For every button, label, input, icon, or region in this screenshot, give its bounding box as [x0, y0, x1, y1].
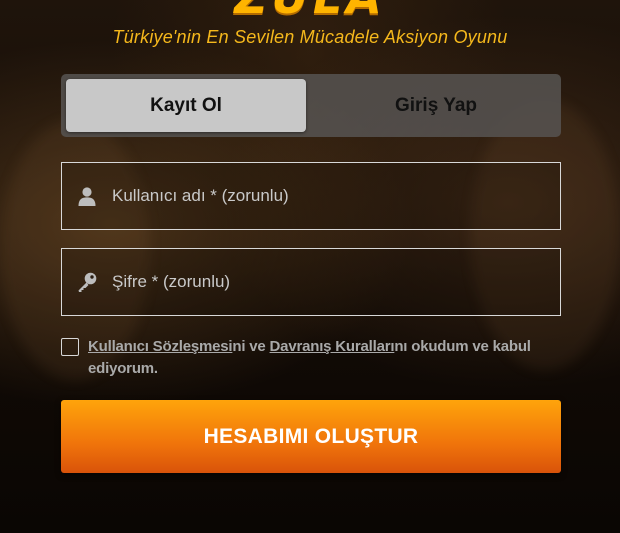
- agreement-text: Kullanıcı Sözleşmesini ve Davranış Kural…: [88, 336, 566, 380]
- code-of-conduct-link[interactable]: Davranış Kuralları: [270, 338, 395, 355]
- agreement-text-part1: ni ve: [232, 338, 270, 355]
- auth-tabs: Kayıt Ol Giriş Yap: [61, 74, 561, 137]
- agreement-checkbox[interactable]: [61, 338, 79, 356]
- user-agreement-link[interactable]: Kullanıcı Sözleşmesi: [88, 338, 233, 355]
- user-icon: [62, 186, 112, 206]
- username-input[interactable]: [112, 163, 560, 229]
- agreement-row: Kullanıcı Sözleşmesini ve Davranış Kural…: [61, 336, 566, 380]
- password-input[interactable]: [112, 249, 560, 315]
- create-account-button[interactable]: HESABIMI OLUŞTUR: [61, 400, 561, 473]
- tab-login[interactable]: Giriş Yap: [316, 79, 556, 132]
- username-field: [61, 162, 561, 230]
- password-field: [61, 248, 561, 316]
- game-logo: ZULA: [0, 0, 620, 24]
- key-icon: [62, 271, 112, 293]
- tagline: Türkiye'nin En Sevilen Mücadele Aksiyon …: [112, 27, 508, 47]
- tab-register[interactable]: Kayıt Ol: [66, 79, 306, 132]
